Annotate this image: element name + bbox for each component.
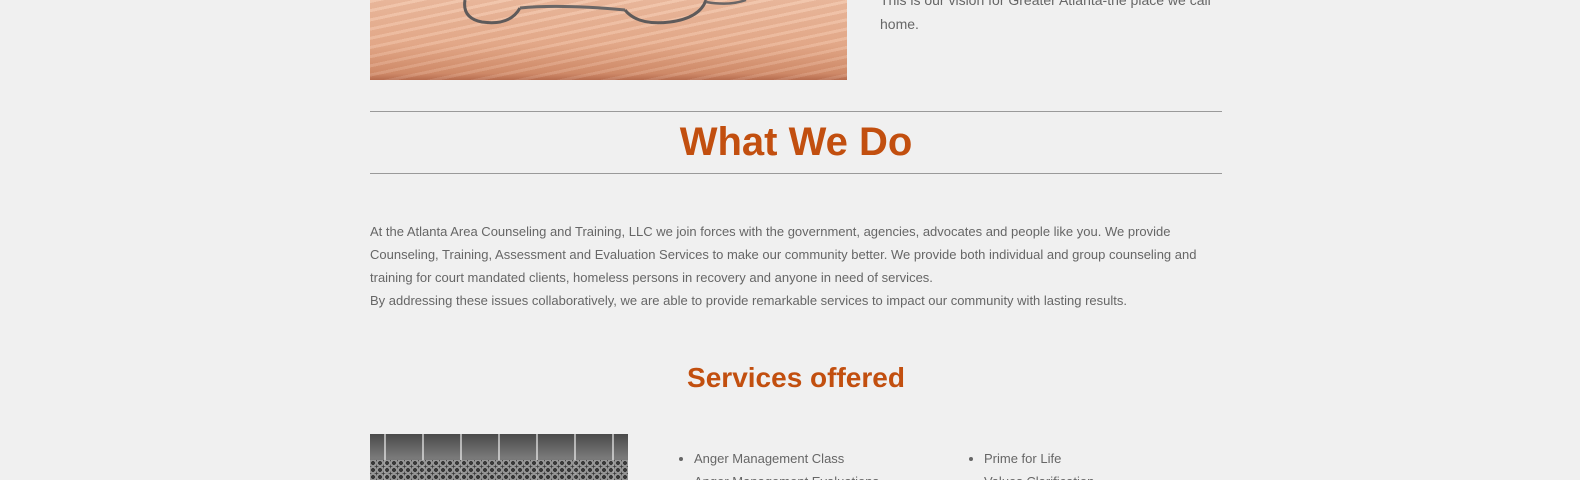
vision-text: This is our vision for Greater Atlanta-t… — [880, 0, 1211, 32]
service-item: Anger Management Class — [694, 447, 879, 470]
eyeglasses-icon — [463, 0, 747, 25]
audience-hall-image — [370, 434, 628, 480]
page: This is our vision for Greater Atlanta-t… — [0, 0, 1580, 480]
intro-paragraph-1: At the Atlanta Area Counseling and Train… — [370, 224, 1197, 285]
service-item: Values Clarification — [984, 470, 1094, 480]
services-offered-heading: Services offered — [687, 362, 905, 393]
service-item: Prime for Life — [984, 447, 1094, 470]
crowd-texture — [370, 460, 628, 480]
title-top-divider — [370, 111, 1222, 112]
what-we-do-heading: What We Do — [679, 120, 913, 164]
services-list-column-1: Anger Management Class Anger Management … — [676, 447, 879, 480]
title-bottom-divider — [370, 173, 1222, 174]
service-item: Anger Management Evaluations — [694, 470, 879, 480]
eyeglasses-on-table-image — [370, 0, 847, 80]
what-we-do-description: At the Atlanta Area Counseling and Train… — [370, 220, 1222, 312]
services-list-column-2: Prime for Life Values Clarification — [966, 447, 1094, 480]
intro-paragraph-2: By addressing these issues collaborative… — [370, 293, 1127, 308]
